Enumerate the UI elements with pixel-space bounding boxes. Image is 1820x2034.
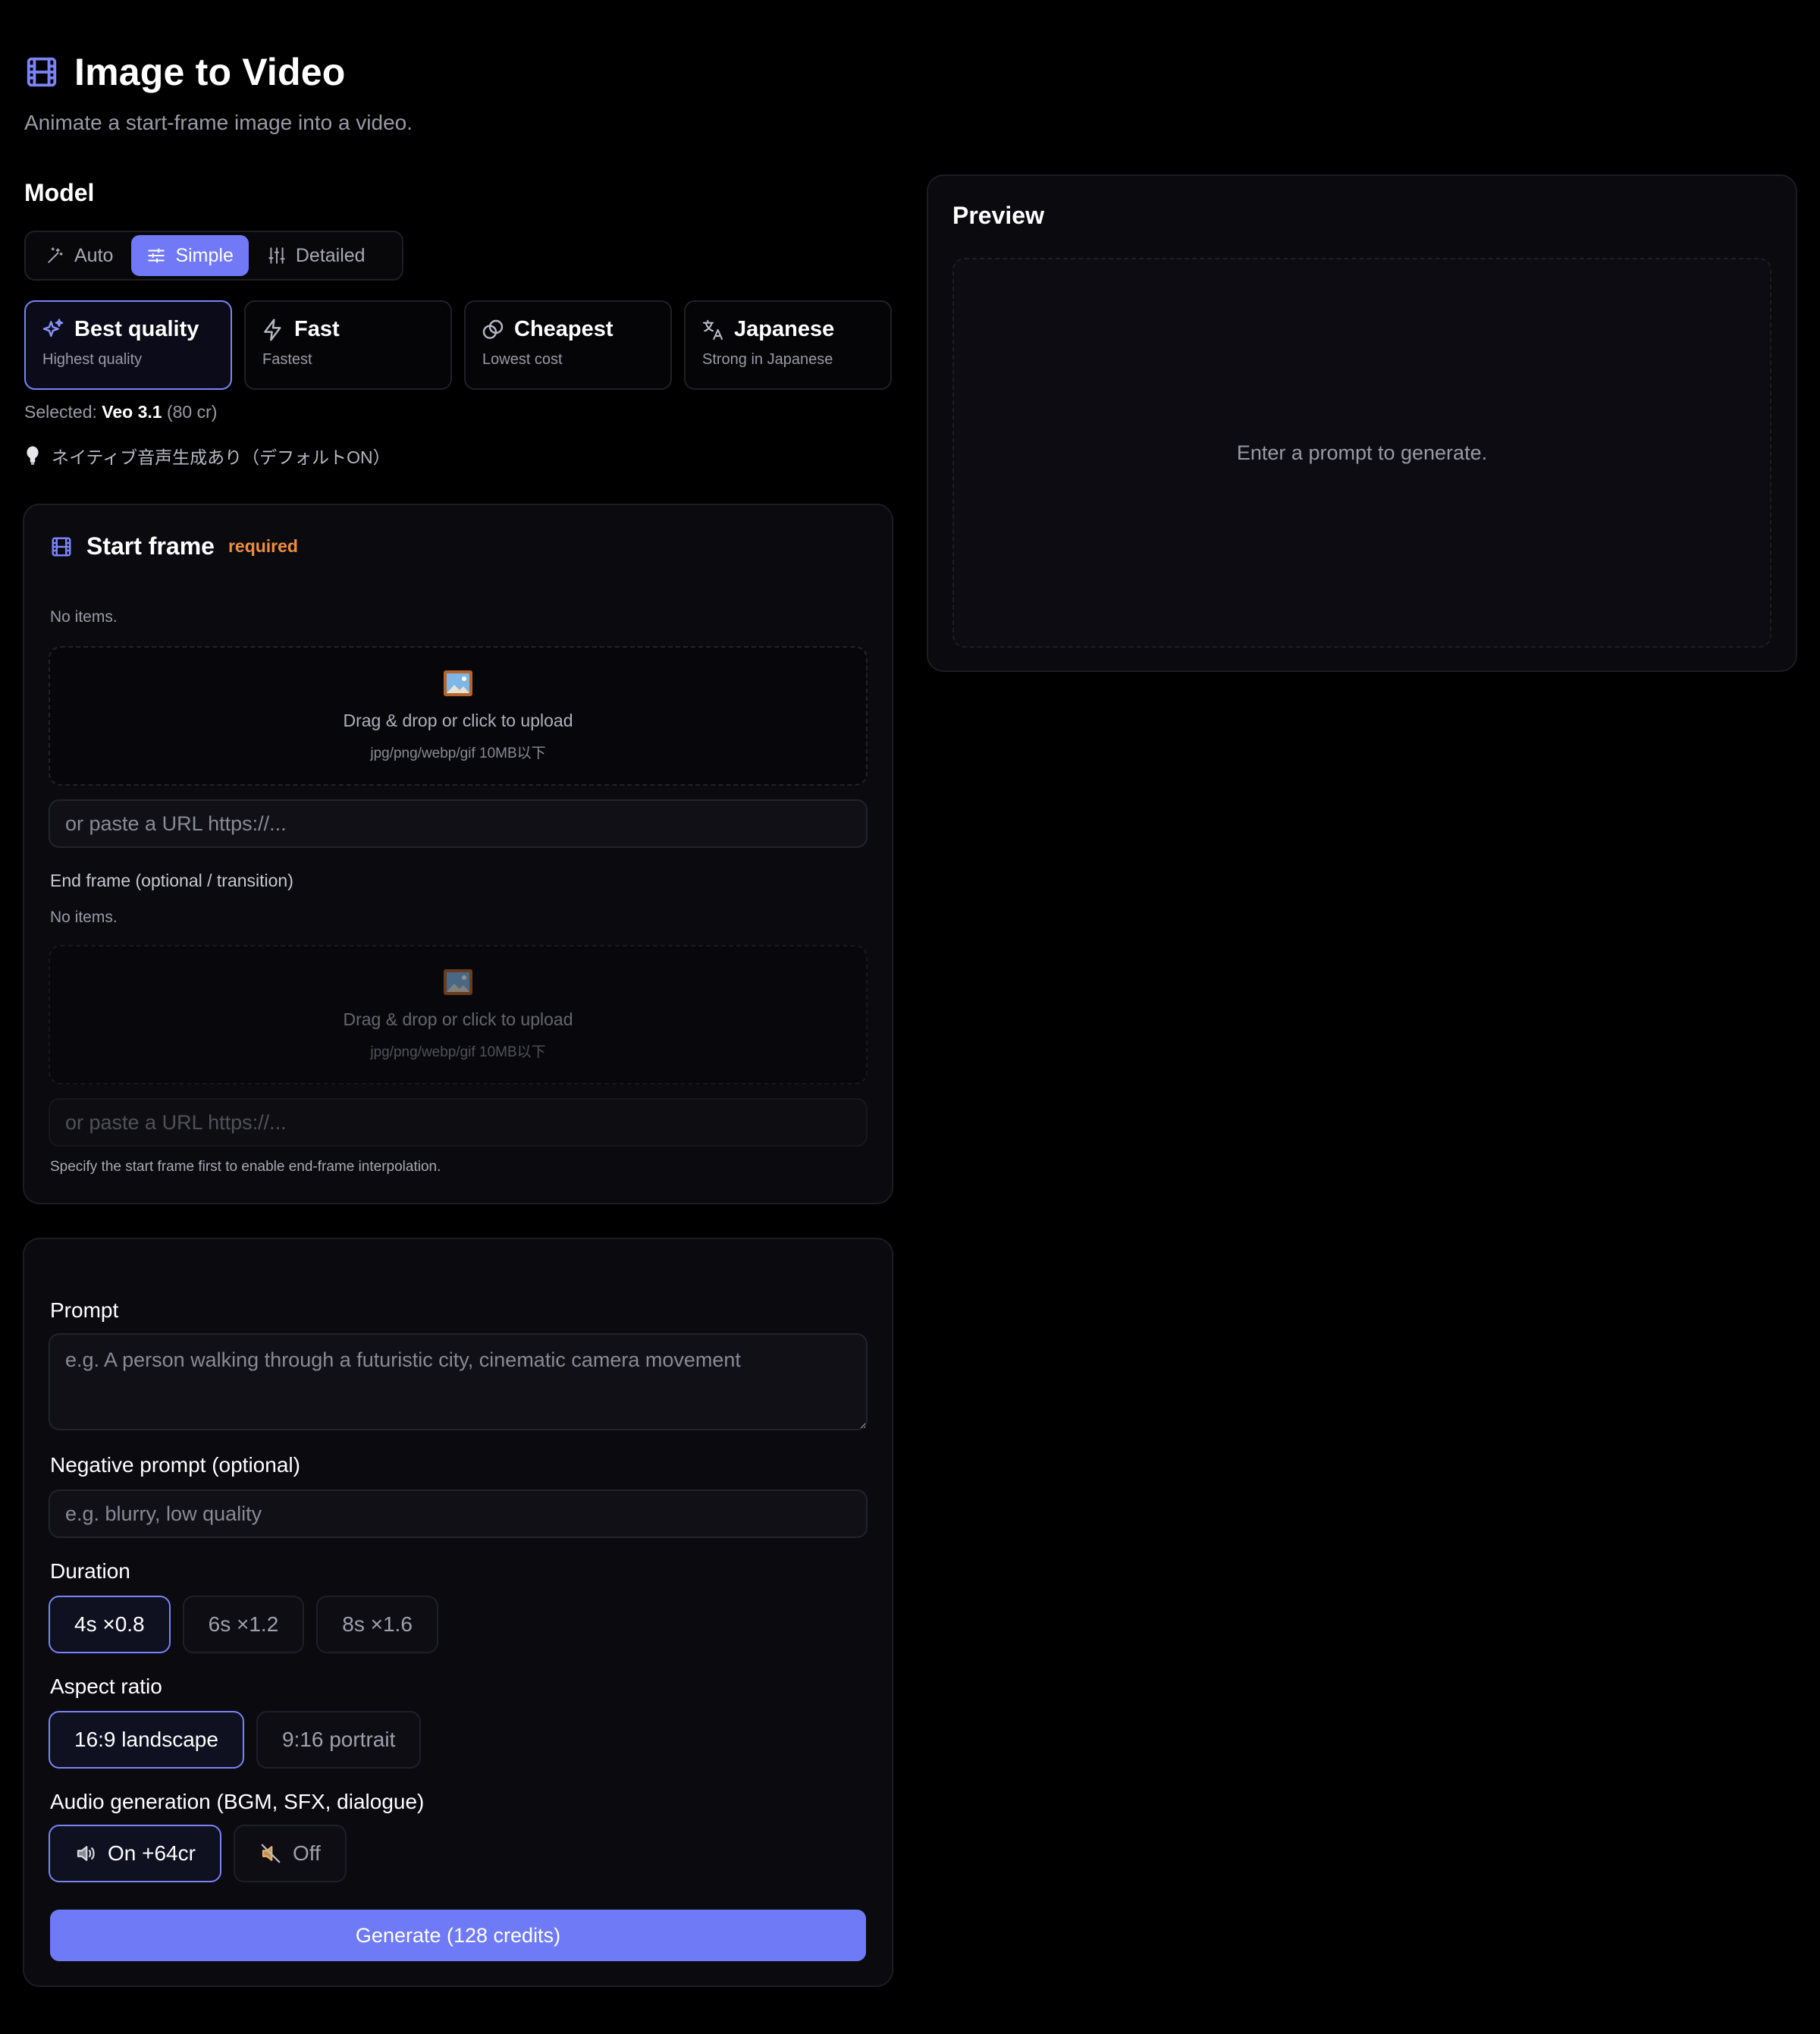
generation-form-panel: Prompt Negative prompt (optional) Durati… <box>23 1238 893 1987</box>
film-icon <box>24 55 59 89</box>
end-frame-dropzone[interactable]: Drag & drop or click to upload jpg/png/w… <box>49 945 868 1084</box>
start-frame-header: Start frame required <box>50 532 298 560</box>
card-desc: Lowest cost <box>482 351 563 368</box>
model-card-best-quality[interactable]: Best quality Highest quality <box>24 300 232 390</box>
model-card-fast[interactable]: Fast Fastest <box>244 300 452 390</box>
aspect-9-16-option[interactable]: 9:16 portrait <box>256 1711 422 1769</box>
audio-off-label: Off <box>292 1841 321 1865</box>
audio-on-option[interactable]: On +64cr <box>49 1825 221 1882</box>
card-desc: Highest quality <box>42 351 143 368</box>
sliders-icon <box>146 246 166 265</box>
duration-6s-option[interactable]: 6s ×1.2 <box>182 1596 305 1653</box>
selected-model-name: Veo 3.1 <box>102 402 162 422</box>
start-frame-panel: Start frame required No items. Drag & dr… <box>23 504 893 1204</box>
lightbulb-icon <box>24 446 41 466</box>
preview-title: Preview <box>952 202 1044 229</box>
duration-label: Duration <box>50 1559 130 1583</box>
aspect-ratio-label: Aspect ratio <box>50 1675 162 1698</box>
required-badge: required <box>228 536 298 556</box>
tip-text: ネイティブ音声生成あり（デフォルトON） <box>52 447 391 467</box>
generate-button[interactable]: Generate (128 credits) <box>50 1910 866 1961</box>
start-frame-dropzone[interactable]: Drag & drop or click to upload jpg/png/w… <box>49 646 868 786</box>
speaker-off-icon <box>259 1842 282 1865</box>
preview-area: Enter a prompt to generate. <box>952 258 1771 648</box>
card-name: Cheapest <box>514 317 613 341</box>
dropzone-sub-text: jpg/png/webp/gif 10MB以下 <box>370 745 546 761</box>
selected-model-line: Selected: Veo 3.1 (80 cr) <box>24 402 217 422</box>
card-name: Best quality <box>74 317 199 341</box>
page-header: Image to Video <box>24 50 346 94</box>
framed-picture-icon <box>443 670 473 697</box>
start-frame-url-input[interactable] <box>49 799 868 848</box>
aspect-16-9-option[interactable]: 16:9 landscape <box>49 1711 244 1769</box>
end-no-items: No items. <box>50 909 118 926</box>
selected-prefix: Selected: <box>24 402 102 422</box>
sparkles-icon <box>41 318 65 342</box>
card-name: Fast <box>294 317 340 341</box>
model-cards: Best quality Highest quality Fast Fastes… <box>24 300 892 390</box>
tab-simple[interactable]: Simple <box>131 235 249 276</box>
aspect-ratio-options: 16:9 landscape 9:16 portrait <box>49 1711 422 1769</box>
start-no-items: No items. <box>50 608 118 626</box>
model-tip: ネイティブ音声生成あり（デフォルトON） <box>24 443 391 469</box>
tab-auto[interactable]: Auto <box>30 235 128 276</box>
model-label: Model <box>24 179 95 206</box>
dropzone-main-text: Drag & drop or click to upload <box>343 1009 573 1029</box>
duration-4s-option[interactable]: 4s ×0.8 <box>49 1596 171 1653</box>
audio-on-label: On +64cr <box>108 1841 196 1865</box>
framed-picture-icon <box>443 968 473 996</box>
model-card-japanese[interactable]: Japanese Strong in Japanese <box>684 300 892 390</box>
selected-model-cost: (80 cr) <box>162 402 218 422</box>
preview-panel: Preview Enter a prompt to generate. <box>927 174 1797 672</box>
model-card-cheapest[interactable]: Cheapest Lowest cost <box>464 300 672 390</box>
dropzone-sub-text: jpg/png/webp/gif 10MB以下 <box>370 1044 546 1060</box>
page-subtitle: Animate a start-frame image into a video… <box>24 111 413 134</box>
page: Image to Video Animate a start-frame ima… <box>0 0 1820 2034</box>
tab-detailed-label: Detailed <box>295 244 366 266</box>
card-desc: Strong in Japanese <box>702 351 833 368</box>
preview-empty-text: Enter a prompt to generate. <box>1236 441 1488 464</box>
mode-tabs: Auto Simple Detailed <box>24 231 403 281</box>
lightning-icon <box>261 318 285 342</box>
end-frame-label: End frame (optional / transition) <box>50 871 293 890</box>
start-frame-title: Start frame <box>86 532 215 560</box>
end-frame-hint: Specify the start frame first to enable … <box>50 1159 441 1175</box>
audio-options: On +64cr Off <box>49 1825 347 1882</box>
card-name: Japanese <box>734 317 835 341</box>
page-title: Image to Video <box>74 51 346 93</box>
audio-off-option[interactable]: Off <box>233 1825 347 1882</box>
negative-prompt-input[interactable] <box>49 1489 868 1538</box>
dropzone-main-text: Drag & drop or click to upload <box>343 711 573 730</box>
speaker-on-icon <box>74 1842 97 1865</box>
prompt-label: Prompt <box>50 1298 119 1322</box>
duration-options: 4s ×0.8 6s ×1.2 8s ×1.6 <box>49 1596 438 1653</box>
tab-simple-label: Simple <box>175 244 234 266</box>
end-frame-url-input[interactable] <box>49 1098 868 1147</box>
film-icon <box>50 535 73 558</box>
coins-icon <box>481 318 505 342</box>
tab-detailed[interactable]: Detailed <box>252 235 381 276</box>
card-desc: Fastest <box>262 351 312 368</box>
prompt-input[interactable] <box>49 1333 868 1430</box>
translate-icon <box>701 318 725 342</box>
vertical-sliders-icon <box>267 246 287 265</box>
negative-prompt-label: Negative prompt (optional) <box>50 1453 300 1477</box>
duration-8s-option[interactable]: 8s ×1.6 <box>316 1596 438 1653</box>
audio-generation-label: Audio generation (BGM, SFX, dialogue) <box>50 1790 425 1813</box>
magic-wand-icon <box>46 246 65 265</box>
tab-auto-label: Auto <box>74 244 114 266</box>
